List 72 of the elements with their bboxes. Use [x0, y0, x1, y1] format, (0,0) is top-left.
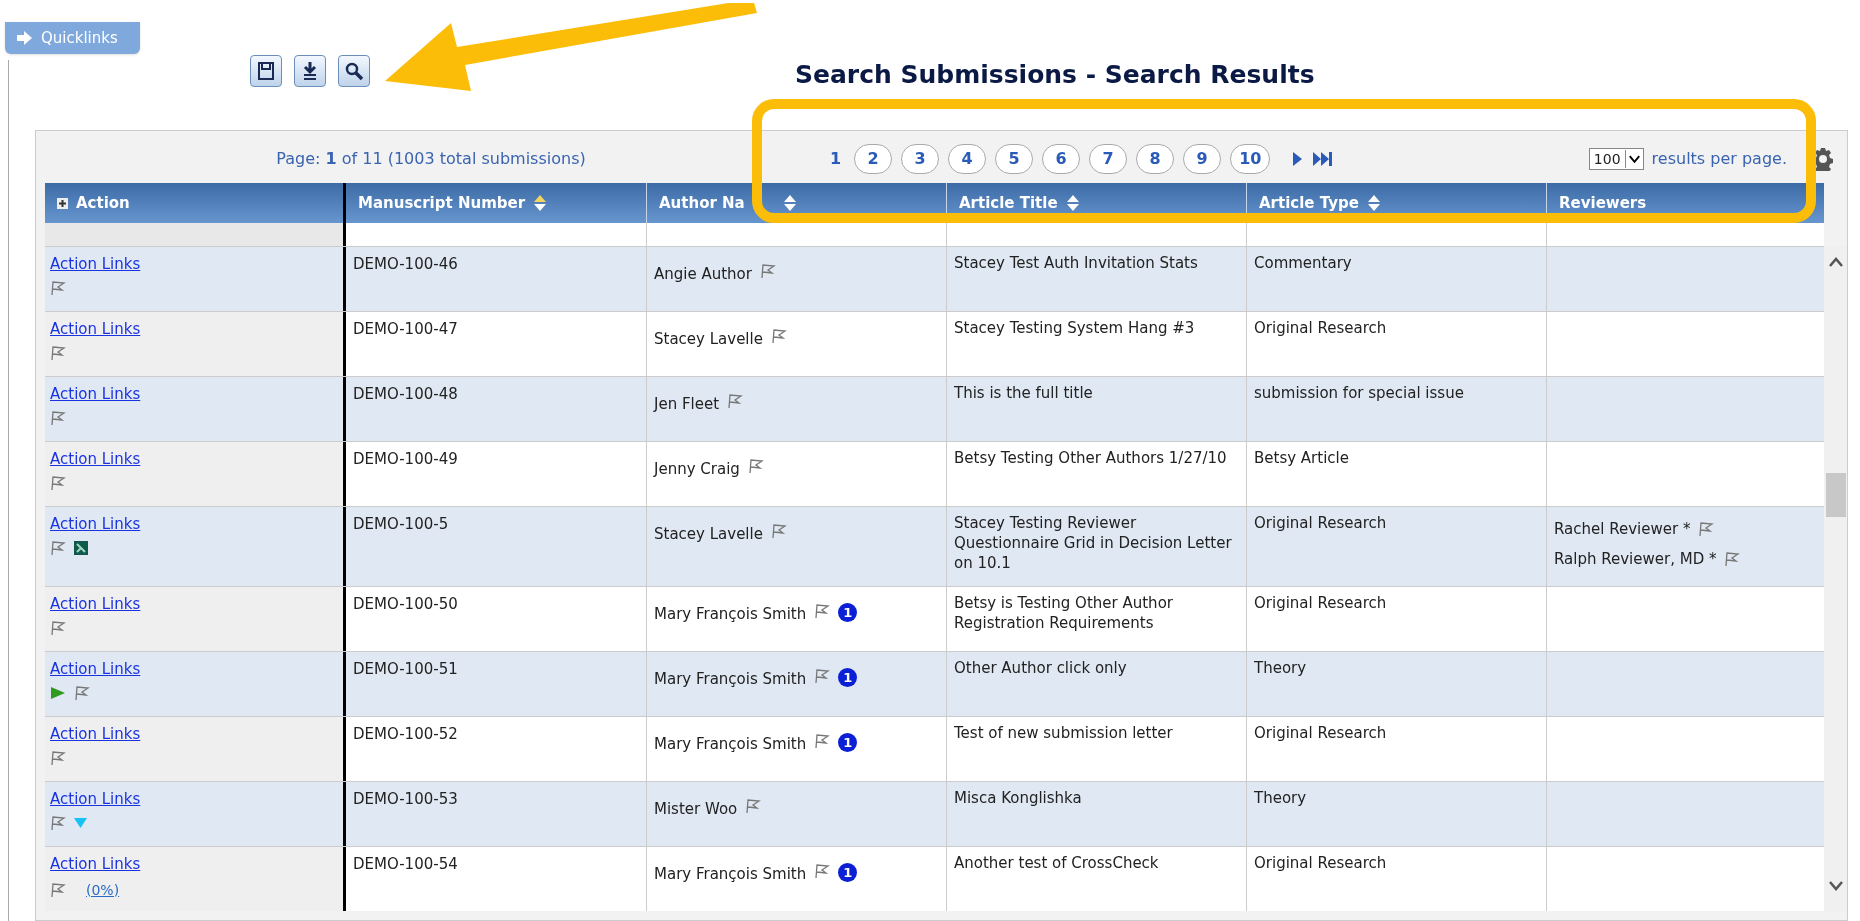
article-title: Betsy is Testing Other Author Registration Requirements: [954, 594, 1173, 632]
article-type: Betsy Article: [1254, 449, 1349, 467]
manuscript-number: DEMO-100-47: [353, 320, 458, 338]
article-title: Stacey Testing System Hang #3: [954, 319, 1195, 337]
page-link[interactable]: 4: [948, 144, 987, 174]
reviewer-name: Rachel Reviewer *: [1554, 519, 1691, 539]
action-links[interactable]: Action Links: [50, 658, 141, 681]
manuscript-number: DEMO-100-51: [353, 660, 458, 678]
article-title: Another test of CrossCheck: [954, 854, 1159, 872]
article-title: Betsy Testing Other Authors 1/27/10: [954, 449, 1227, 467]
page-link[interactable]: 6: [1042, 144, 1081, 174]
page-title: Search Submissions - Search Results: [795, 59, 1315, 91]
action-links[interactable]: Action Links: [50, 448, 141, 471]
article-title: Test of new submission letter: [954, 724, 1173, 742]
page-link[interactable]: 1: [826, 147, 846, 171]
page-link[interactable]: 7: [1089, 144, 1128, 174]
action-links[interactable]: Action Links: [50, 853, 141, 876]
count-badge[interactable]: 1: [838, 863, 858, 882]
action-links[interactable]: Action Links: [50, 723, 141, 746]
column-header[interactable]: Action: [45, 183, 343, 223]
action-links[interactable]: Action Links: [50, 383, 141, 406]
action-links[interactable]: Action Links: [50, 253, 141, 276]
count-badge[interactable]: 1: [838, 603, 858, 622]
per-page-select[interactable]: 100: [1588, 148, 1644, 170]
action-links[interactable]: Action Links: [50, 593, 141, 616]
author-name: Jen Fleet: [654, 394, 720, 415]
page-link[interactable]: 8: [1136, 144, 1175, 174]
author-name: Jenny Craig: [654, 459, 740, 480]
count-badge[interactable]: 1: [838, 668, 858, 687]
article-title: Stacey Testing Reviewer Questionnaire Grid in Decision Letter on 10.1: [954, 514, 1232, 572]
article-type: Theory: [1254, 659, 1307, 677]
page-link[interactable]: 2: [854, 144, 893, 174]
page-summary: Page: 1 of 11 (1003 total submissions): [275, 148, 587, 170]
author-name: Stacey Lavelle: [654, 329, 763, 350]
article-title: Stacey Test Auth Invitation Stats: [954, 254, 1198, 272]
manuscript-number: DEMO-100-5: [353, 515, 449, 533]
manuscript-number: DEMO-100-53: [353, 790, 458, 808]
article-title: Other Author click only: [954, 659, 1127, 677]
author-name: Mister Woo: [654, 799, 738, 820]
author-name: Mary François Smith: [654, 669, 807, 690]
article-type: Original Research: [1254, 514, 1387, 532]
page-link[interactable]: 3: [901, 144, 940, 174]
author-name: Mary François Smith: [654, 864, 807, 885]
manuscript-number: DEMO-100-52: [353, 725, 458, 743]
manuscript-number: DEMO-100-49: [353, 450, 458, 468]
manuscript-number: DEMO-100-54: [353, 855, 458, 873]
article-type: submission for special issue: [1254, 384, 1464, 402]
per-page-label: results per page.: [1651, 148, 1787, 170]
article-title: This is the full title: [954, 384, 1093, 402]
article-type: Original Research: [1254, 319, 1387, 337]
author-name: Stacey Lavelle: [654, 524, 763, 545]
author-name: Mary François Smith: [654, 604, 807, 625]
article-type: Original Research: [1254, 854, 1387, 872]
page-link[interactable]: 10: [1230, 144, 1271, 174]
article-type: Original Research: [1254, 724, 1387, 742]
page-link[interactable]: 9: [1183, 144, 1222, 174]
manuscript-number: DEMO-100-48: [353, 385, 458, 403]
count-badge[interactable]: 1: [838, 733, 858, 752]
percent-link[interactable]: (0%): [86, 879, 120, 901]
article-title: Misca Konglishka: [954, 789, 1082, 807]
action-links[interactable]: Action Links: [50, 513, 141, 536]
action-links[interactable]: Action Links: [50, 318, 141, 341]
author-name: Angie Author: [654, 264, 752, 285]
article-type: Original Research: [1254, 594, 1387, 612]
article-type: Commentary: [1254, 254, 1352, 272]
reviewer-name: Ralph Reviewer, MD *: [1554, 549, 1717, 569]
action-links[interactable]: Action Links: [50, 788, 141, 811]
manuscript-number: DEMO-100-46: [353, 255, 458, 273]
article-type: Theory: [1254, 789, 1307, 807]
page-link[interactable]: 5: [995, 144, 1034, 174]
author-name: Mary François Smith: [654, 734, 807, 755]
manuscript-number: DEMO-100-50: [353, 595, 458, 613]
